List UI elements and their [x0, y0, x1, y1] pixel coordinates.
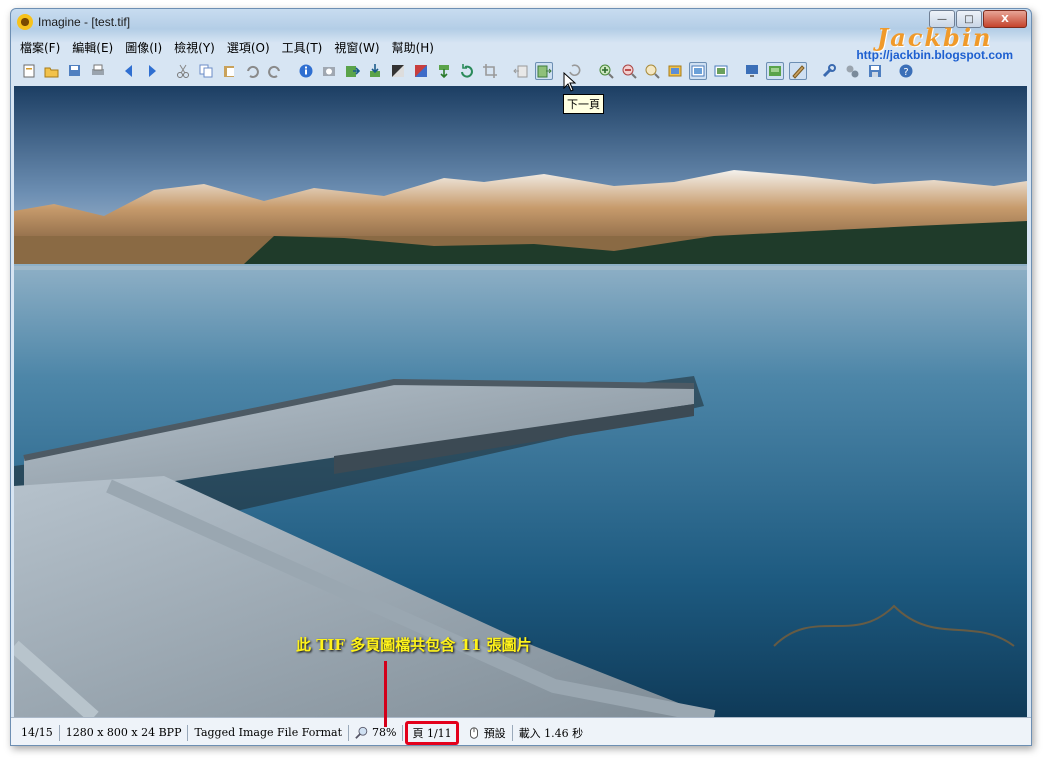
settings-icon[interactable]	[820, 62, 838, 80]
help-icon[interactable]: ?	[897, 62, 915, 80]
edit-tool-icon[interactable]	[789, 62, 807, 80]
slideshow-icon[interactable]	[689, 62, 707, 80]
undo-icon[interactable]	[243, 62, 261, 80]
open-icon[interactable]	[43, 62, 61, 80]
menu-window[interactable]: 視窗(W)	[328, 39, 385, 56]
redo-icon[interactable]	[266, 62, 284, 80]
save-all-icon[interactable]	[66, 62, 84, 80]
zoom-in-icon[interactable]	[597, 62, 615, 80]
app-icon[interactable]	[17, 14, 33, 30]
menu-image[interactable]: 圖像(I)	[119, 39, 168, 56]
menu-bar: 檔案(F) 編輯(E) 圖像(I) 檢視(Y) 選項(O) 工具(T) 視窗(W…	[14, 37, 440, 57]
toolbar: ?	[14, 58, 1029, 84]
mouse-cursor-icon	[563, 72, 577, 92]
paste-icon[interactable]	[220, 62, 238, 80]
move-down-icon[interactable]	[435, 62, 453, 80]
zoom-fit-icon[interactable]	[643, 62, 661, 80]
menu-edit[interactable]: 編輯(E)	[66, 39, 119, 56]
status-mode[interactable]: 預設	[461, 724, 513, 741]
annotation-arrow	[384, 661, 387, 727]
zoom-out-icon[interactable]	[620, 62, 638, 80]
save-icon[interactable]	[866, 62, 884, 80]
print-icon[interactable]	[89, 62, 107, 80]
monitor-icon[interactable]	[743, 62, 761, 80]
landscape-photo	[14, 86, 1027, 717]
status-zoom-value: 78%	[372, 726, 397, 739]
capture-icon[interactable]	[320, 62, 338, 80]
export-icon[interactable]	[343, 62, 361, 80]
image-canvas[interactable]	[14, 86, 1027, 717]
import-icon[interactable]	[366, 62, 384, 80]
crop-icon[interactable]	[481, 62, 499, 80]
new-file-icon[interactable]	[20, 62, 38, 80]
app-window: Imagine - [test.tif] — □ X Jackbin http:…	[10, 8, 1032, 746]
menu-view[interactable]: 檢視(Y)	[168, 39, 221, 56]
magnifier-icon	[355, 726, 368, 739]
status-zoom[interactable]: 78%	[349, 724, 404, 741]
prev-page-icon[interactable]	[512, 62, 530, 80]
annotation-text: 此 TIF 多頁圖檔共包含 11 張圖片	[296, 636, 532, 654]
info-icon[interactable]	[297, 62, 315, 80]
menu-options[interactable]: 選項(O)	[221, 39, 276, 56]
status-bar: 14/15 1280 x 800 x 24 BPP Tagged Image F…	[11, 717, 1031, 745]
status-mode-value: 預設	[483, 726, 506, 740]
menu-help[interactable]: 幫助(H)	[386, 39, 440, 56]
rotate-icon[interactable]	[458, 62, 476, 80]
thumbnail-icon[interactable]	[766, 62, 784, 80]
copy-icon[interactable]	[197, 62, 215, 80]
status-dimensions: 1280 x 800 x 24 BPP	[60, 724, 189, 741]
svg-text:?: ?	[903, 67, 908, 78]
menu-file[interactable]: 檔案(F)	[14, 39, 66, 56]
menu-tools[interactable]: 工具(T)	[276, 39, 329, 56]
mouse-icon	[469, 726, 478, 739]
cut-icon[interactable]	[174, 62, 192, 80]
next-page-tooltip: 下一頁	[563, 94, 604, 114]
prev-file-icon[interactable]	[120, 62, 138, 80]
status-file-index: 14/15	[15, 724, 60, 741]
status-load-time: 載入 1.46 秒	[518, 726, 584, 740]
next-file-icon[interactable]	[143, 62, 161, 80]
status-format: Tagged Image File Format	[188, 724, 350, 741]
window-title: Imagine - [test.tif]	[38, 15, 131, 29]
brand-watermark: Jackbin http://jackbin.blogspot.com	[856, 23, 1013, 62]
status-page[interactable]: 頁 1/11	[405, 720, 459, 745]
contrast-icon[interactable]	[389, 62, 407, 80]
next-page-icon[interactable]	[535, 62, 553, 80]
color-icon[interactable]	[412, 62, 430, 80]
plugins-icon[interactable]	[843, 62, 861, 80]
fullscreen-icon[interactable]	[712, 62, 730, 80]
view-icon[interactable]	[666, 62, 684, 80]
